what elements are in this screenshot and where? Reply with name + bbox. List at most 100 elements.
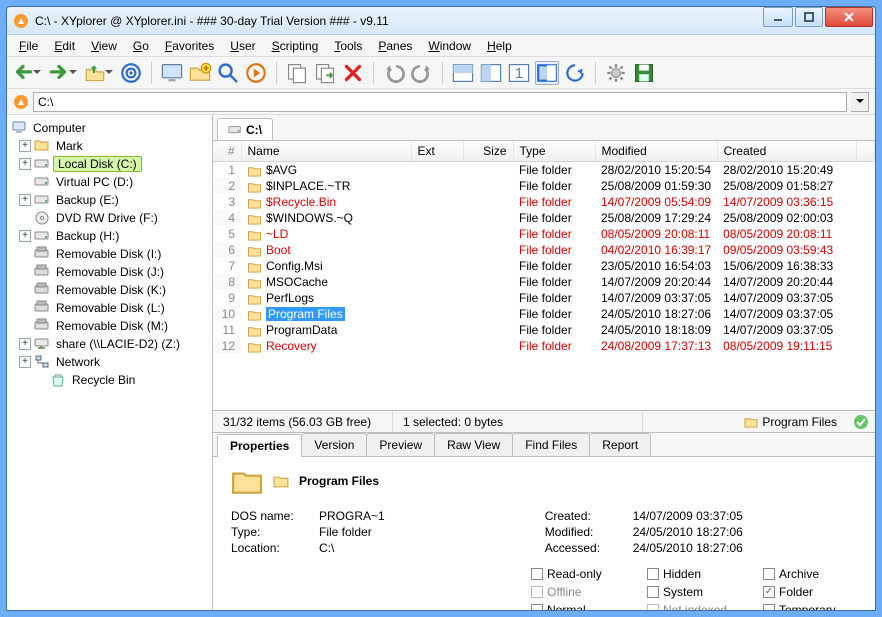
attr-system[interactable]: System [647,585,733,599]
delete-button[interactable] [341,61,365,85]
back-button[interactable] [11,61,35,85]
file-row[interactable]: 9PerfLogsFile folder14/07/2009 03:37:051… [213,290,875,306]
address-input[interactable]: C:\ [33,92,847,112]
checkbox[interactable] [531,604,543,610]
maximize-button[interactable] [795,7,823,27]
col-name[interactable]: Name [241,141,411,162]
find-button[interactable] [216,61,240,85]
details-tab-properties[interactable]: Properties [217,434,302,457]
details-tab-find-files[interactable]: Find Files [512,433,590,456]
forward-button[interactable] [47,61,71,85]
col-ext[interactable]: Ext [411,141,463,162]
tree-item[interactable]: +Network [9,353,210,371]
checkbox[interactable] [763,568,775,580]
copy-button[interactable] [285,61,309,85]
settings-button[interactable] [604,61,628,85]
menu-tools[interactable]: Tools [326,37,370,55]
new-folder-button[interactable] [188,61,212,85]
attr-normal[interactable]: Normal [531,603,617,610]
attr-archive[interactable]: Archive [763,567,849,581]
col-created[interactable]: Created [717,141,856,162]
menu-file[interactable]: File [11,37,46,55]
undo-button[interactable] [382,61,406,85]
preview-button[interactable] [244,61,268,85]
file-row[interactable]: 11ProgramDataFile folder24/05/2010 18:18… [213,322,875,338]
up-button[interactable] [83,61,107,85]
move-button[interactable] [313,61,337,85]
file-row[interactable]: 12RecoveryFile folder24/08/2009 17:37:13… [213,338,875,354]
tree-item[interactable]: Removable Disk (I:) [9,245,210,263]
file-row[interactable]: 6BootFile folder04/02/2010 16:39:1709/05… [213,242,875,258]
file-row[interactable]: 7Config.MsiFile folder23/05/2010 16:54:0… [213,258,875,274]
refresh-button[interactable] [563,61,587,85]
tree-item[interactable]: Removable Disk (L:) [9,299,210,317]
redo-button[interactable] [410,61,434,85]
menu-edit[interactable]: Edit [46,37,83,55]
tree-root[interactable]: Computer [9,119,210,137]
checkbox[interactable] [647,568,659,580]
tree-item[interactable]: +share (\\LACIE-D2) (Z:) [9,335,210,353]
pane-single-button[interactable] [507,61,531,85]
file-row[interactable]: 5~LDFile folder08/05/2009 20:08:1108/05/… [213,226,875,242]
checkbox[interactable] [531,568,543,580]
pane-split-v-button[interactable] [479,61,503,85]
menu-panes[interactable]: Panes [370,37,420,55]
attr-temporary[interactable]: Temporary [763,603,849,610]
file-row[interactable]: 3$Recycle.BinFile folder14/07/2009 05:54… [213,194,875,210]
minimize-button[interactable] [763,7,793,27]
expand-toggle[interactable]: + [19,194,31,206]
file-row[interactable]: 8MSOCacheFile folder14/07/2009 20:20:441… [213,274,875,290]
tree-item[interactable]: Recycle Bin [9,371,210,389]
col-size[interactable]: Size [463,141,513,162]
col-type[interactable]: Type [513,141,595,162]
titlebar[interactable]: C:\ - XYplorer @ XYplorer.ini - ### 30-d… [7,7,875,35]
expand-toggle[interactable]: + [19,356,31,368]
menu-help[interactable]: Help [479,37,520,55]
expand-toggle[interactable]: + [19,338,31,350]
details-tab-preview[interactable]: Preview [366,433,435,456]
desktop-button[interactable] [160,61,184,85]
checkbox[interactable] [763,586,775,598]
tree-item[interactable]: +Backup (E:) [9,191,210,209]
tree-item[interactable]: DVD RW Drive (F:) [9,209,210,227]
file-row[interactable]: 1$AVGFile folder28/02/2010 15:20:5428/02… [213,162,875,179]
file-row[interactable]: 2$INPLACE.~TRFile folder25/08/2009 01:59… [213,178,875,194]
tree-item[interactable]: +Backup (H:) [9,227,210,245]
menu-window[interactable]: Window [420,37,479,55]
tree-item[interactable]: Removable Disk (M:) [9,317,210,335]
attr-hidden[interactable]: Hidden [647,567,733,581]
checkbox[interactable] [647,586,659,598]
details-tab-raw-view[interactable]: Raw View [434,433,513,456]
address-dropdown[interactable] [851,92,869,112]
menu-scripting[interactable]: Scripting [264,37,327,55]
close-button[interactable] [825,7,873,27]
tree-item[interactable]: Removable Disk (K:) [9,281,210,299]
save-settings-button[interactable] [632,61,656,85]
pane-split-h-button[interactable] [451,61,475,85]
menu-favorites[interactable]: Favorites [157,37,222,55]
attr-read-only[interactable]: Read-only [531,567,617,581]
checkbox[interactable] [763,604,775,610]
folder-tree[interactable]: Computer+Mark+Local Disk (C:)Virtual PC … [7,115,213,610]
tree-item[interactable]: Removable Disk (J:) [9,263,210,281]
expand-toggle[interactable]: + [19,158,31,170]
attr-folder[interactable]: Folder [763,585,849,599]
expand-toggle[interactable]: + [19,230,31,242]
menu-user[interactable]: User [222,37,263,55]
details-tab-report[interactable]: Report [589,433,651,456]
tree-item[interactable]: +Mark [9,137,210,155]
tab-current[interactable]: C:\ [217,118,273,140]
tree-item[interactable]: Virtual PC (D:) [9,173,210,191]
file-row[interactable]: 10Program FilesFile folder24/05/2010 18:… [213,306,875,322]
file-list[interactable]: # Name Ext Size Type Modified Created 1$… [213,141,875,410]
tree-item[interactable]: +Local Disk (C:) [9,155,210,173]
target-button[interactable] [119,61,143,85]
file-row[interactable]: 4$WINDOWS.~QFile folder25/08/2009 17:29:… [213,210,875,226]
details-tab-version[interactable]: Version [301,433,367,456]
col-modified[interactable]: Modified [595,141,717,162]
menu-go[interactable]: Go [125,37,157,55]
pane-dual-button[interactable] [535,61,559,85]
col-number[interactable]: # [213,141,241,162]
expand-toggle[interactable]: + [19,140,31,152]
menu-view[interactable]: View [83,37,125,55]
